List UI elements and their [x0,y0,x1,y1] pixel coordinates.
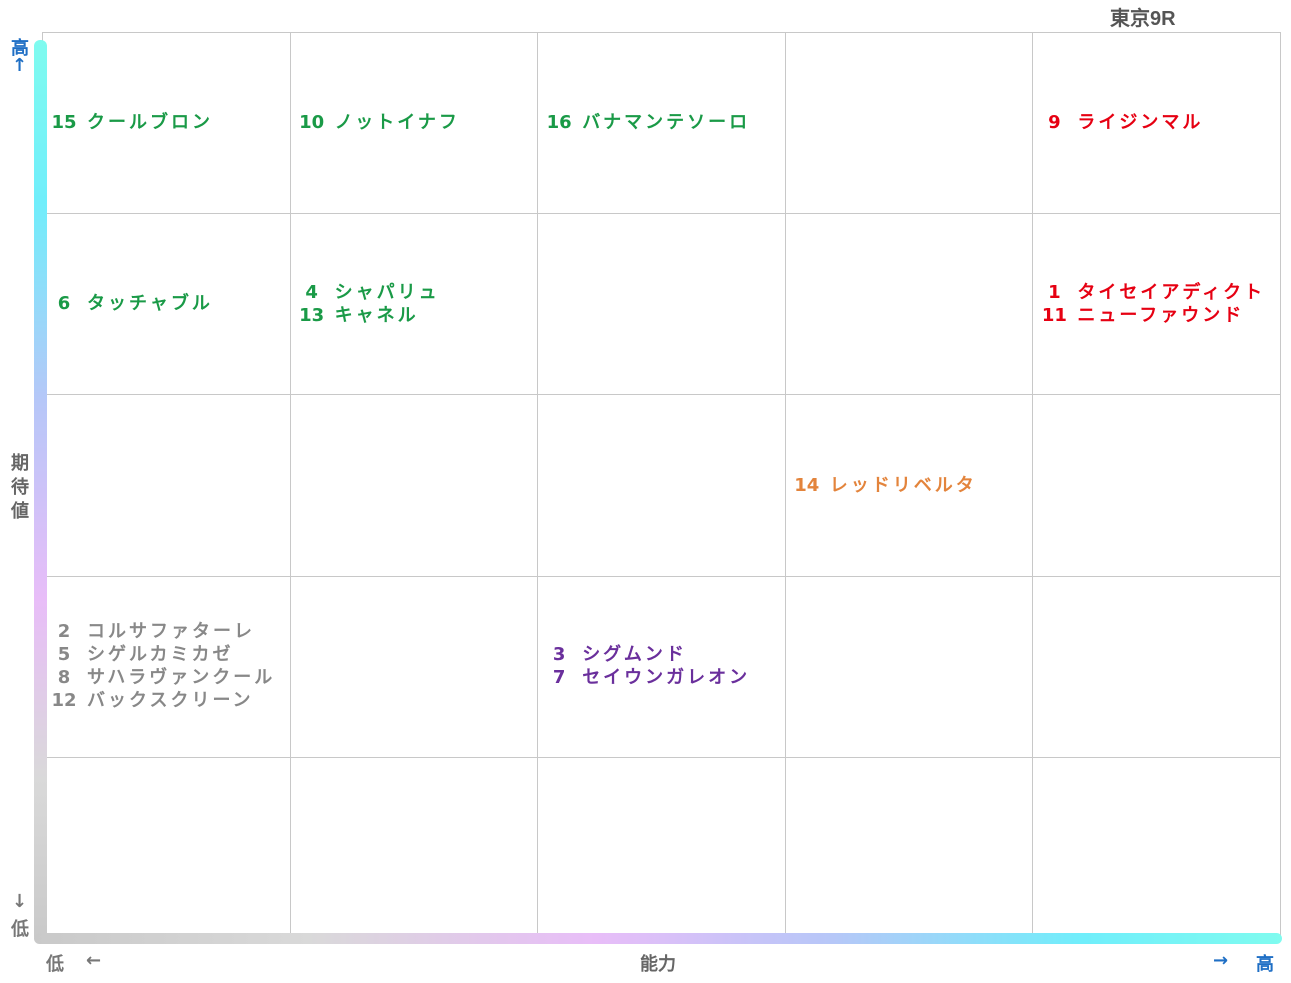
horse-group: 15 クールブロン [47,111,213,134]
horse-number: 7 [552,667,566,689]
grid-cell [1032,756,1281,939]
horse-number: 8 [57,667,71,689]
grid-cell [289,756,539,939]
horse-number: 3 [552,644,566,666]
horse-entry: 12 バックスクリーン [47,689,275,712]
horse-entry: 13 キャネル [295,304,440,327]
horse-name: シャパリュ [334,281,440,303]
horse-name: ニューファウンド [1077,304,1245,326]
grid-cell [42,394,291,577]
horse-number: 2 [57,621,71,643]
x-axis-gradient-bar [34,933,1282,944]
x-high-label: 高 [1256,954,1274,975]
horse-number: 10 [299,112,325,134]
horse-entry: 10 ノットイナフ [295,111,460,134]
y-axis-gradient-bar [34,40,47,942]
horse-group: 9 ライジンマル [1037,111,1203,134]
grid-cell [1032,575,1281,758]
grid-cell [784,32,1034,215]
race-title: 東京9R [1110,8,1176,30]
chart-grid: 15 クールブロン 10 ノットイナフ 16 バナマンテソーロ 9 ライジンマル 6 タッチャブル… [42,32,1281,939]
horse-number: 12 [51,690,77,712]
horse-number: 15 [51,112,77,134]
up-arrow-icon: ↑ [12,55,28,76]
left-arrow-icon: ← [86,950,102,971]
grid-cell [537,213,786,396]
grid-cell [1032,394,1281,577]
horse-entry: 5 シゲルカミカゼ [47,643,275,666]
horse-group: 1 タイセイアディクト 11 ニューファウンド [1037,281,1265,327]
horse-number: 13 [299,304,325,326]
horse-entry: 14 レッドリベルタ [790,474,977,497]
x-low-label: 低 [46,954,64,975]
horse-group: 16 バナマンテソーロ [542,111,750,134]
horse-group: 3 シグムンド 7 セイウンガレオン [542,643,750,689]
horse-name: ライジンマル [1077,112,1204,134]
horse-entry: 9 ライジンマル [1037,111,1203,134]
down-arrow-icon: ↓ [12,891,28,912]
horse-name: コルサファターレ [87,621,255,643]
horse-name: シゲルカミカゼ [87,644,234,666]
y-axis-title-char: 期 [11,453,29,474]
horse-number: 4 [305,281,318,303]
horse-number: 5 [57,644,71,666]
horse-name: サハラヴァンクール [87,667,276,689]
horse-name: クールブロン [87,112,213,134]
y-axis-title: 期 待 値 [10,452,30,524]
horse-entry: 7 セイウンガレオン [542,666,750,689]
horse-entry: 1 タイセイアディクト [1037,281,1265,304]
horse-number: 16 [546,112,572,134]
horse-name: レッドリベルタ [829,474,977,496]
horse-number: 14 [794,474,820,496]
horse-entry: 3 シグムンド [542,643,750,666]
grid-cell [537,756,786,939]
horse-number: 9 [1048,112,1061,134]
horse-entry: 15 クールブロン [47,111,213,134]
horse-entry: 4 シャパリュ [295,281,440,304]
y-axis-title-char: 値 [11,501,29,522]
grid-cell [784,575,1034,758]
horse-group: 2 コルサファターレ 5 シゲルカミカゼ 8 サハラヴァンクール 12 バックスクリーン [47,620,275,712]
y-axis-title-char: 待 [11,477,29,498]
grid-cell [289,575,539,758]
right-arrow-icon: → [1213,950,1229,971]
horse-number: 1 [1048,281,1061,303]
grid-cell [537,394,786,577]
horse-entry: 2 コルサファターレ [47,620,275,643]
horse-number: 11 [1041,304,1067,326]
horse-entry: 6 タッチャブル [47,292,213,315]
horse-name: ノットイナフ [334,112,460,134]
horse-entry: 8 サハラヴァンクール [47,666,275,689]
horse-name: バックスクリーン [87,690,254,712]
horse-group: 10 ノットイナフ [295,111,460,134]
horse-name: シグムンド [582,644,687,666]
horse-entry: 11 ニューファウンド [1037,304,1265,327]
grid-cell [289,394,539,577]
grid-cell [42,756,291,939]
x-axis-title: 能力 [640,954,676,975]
horse-name: タッチャブル [87,293,213,315]
horse-group: 14 レッドリベルタ [790,474,977,497]
horse-name: バナマンテソーロ [582,112,751,134]
horse-group: 6 タッチャブル [47,292,213,315]
horse-number: 6 [57,293,71,315]
horse-name: キャネル [334,304,419,326]
horse-group: 4 シャパリュ 13 キャネル [295,281,440,327]
grid-cell [784,213,1034,396]
y-low-label: 低 [11,919,29,940]
horse-entry: 16 バナマンテソーロ [542,111,750,134]
horse-name: セイウンガレオン [582,667,751,689]
grid-cell [784,756,1034,939]
horse-name: タイセイアディクト [1077,281,1266,303]
